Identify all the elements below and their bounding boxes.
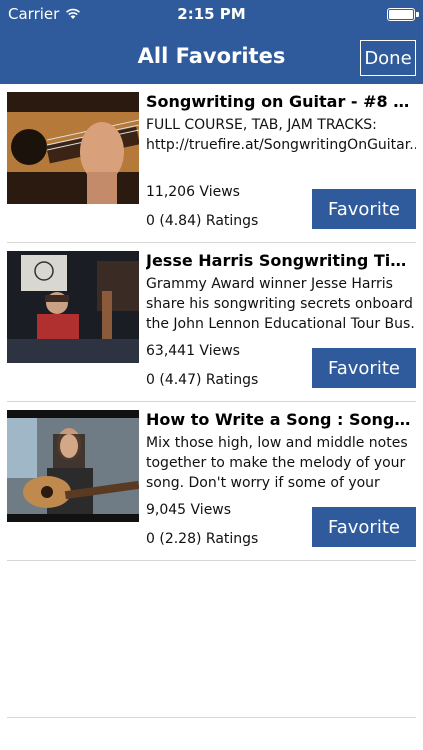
rating-count: 0 (2.28) Ratings — [146, 531, 259, 547]
status-bar: Carrier 2:15 PM — [0, 0, 423, 28]
battery-icon — [387, 8, 419, 21]
navigation-header: Carrier 2:15 PM All Favorites Done — [0, 0, 423, 84]
video-description: FULL COURSE, TAB, JAM TRACKS: http://tru… — [146, 117, 416, 153]
video-description: Grammy Award winner Jesse Harris share h… — [146, 276, 415, 332]
view-count: 9,045 Views — [146, 502, 232, 518]
video-thumbnail[interactable] — [7, 251, 139, 363]
video-title[interactable]: Jesse Harris Songwriting Tips Inter... — [146, 251, 416, 270]
video-title[interactable]: Songwriting on Guitar - #8 Melodic... — [146, 92, 416, 111]
favorite-button[interactable]: Favorite — [312, 507, 416, 547]
video-thumbnail[interactable] — [7, 410, 139, 522]
view-count: 11,206 Views — [146, 184, 240, 200]
favorite-button[interactable]: Favorite — [312, 348, 416, 388]
video-thumbnail[interactable] — [7, 92, 139, 204]
done-button[interactable]: Done — [360, 40, 416, 76]
status-time: 2:15 PM — [177, 5, 246, 23]
list-item[interactable]: How to Write a Song : Songwriting:... Mi… — [7, 402, 416, 561]
rating-count: 0 (4.47) Ratings — [146, 372, 259, 388]
interview-thumbnail-image — [7, 251, 139, 363]
list-item[interactable]: Songwriting on Guitar - #8 Melodic... FU… — [7, 84, 416, 243]
rating-count: 0 (4.84) Ratings — [146, 213, 259, 229]
list-item[interactable]: Jesse Harris Songwriting Tips Inter... G… — [7, 243, 416, 402]
acoustic-guitar-thumbnail-image — [7, 410, 139, 522]
view-count: 63,441 Views — [146, 343, 240, 359]
video-title[interactable]: How to Write a Song : Songwriting:... — [146, 410, 416, 429]
favorites-list: Songwriting on Guitar - #8 Melodic... FU… — [0, 84, 423, 561]
video-description: Mix those high, low and middle notes tog… — [146, 435, 408, 491]
guitar-thumbnail-image — [7, 92, 139, 204]
favorite-button[interactable]: Favorite — [312, 189, 416, 229]
divider — [7, 717, 416, 718]
